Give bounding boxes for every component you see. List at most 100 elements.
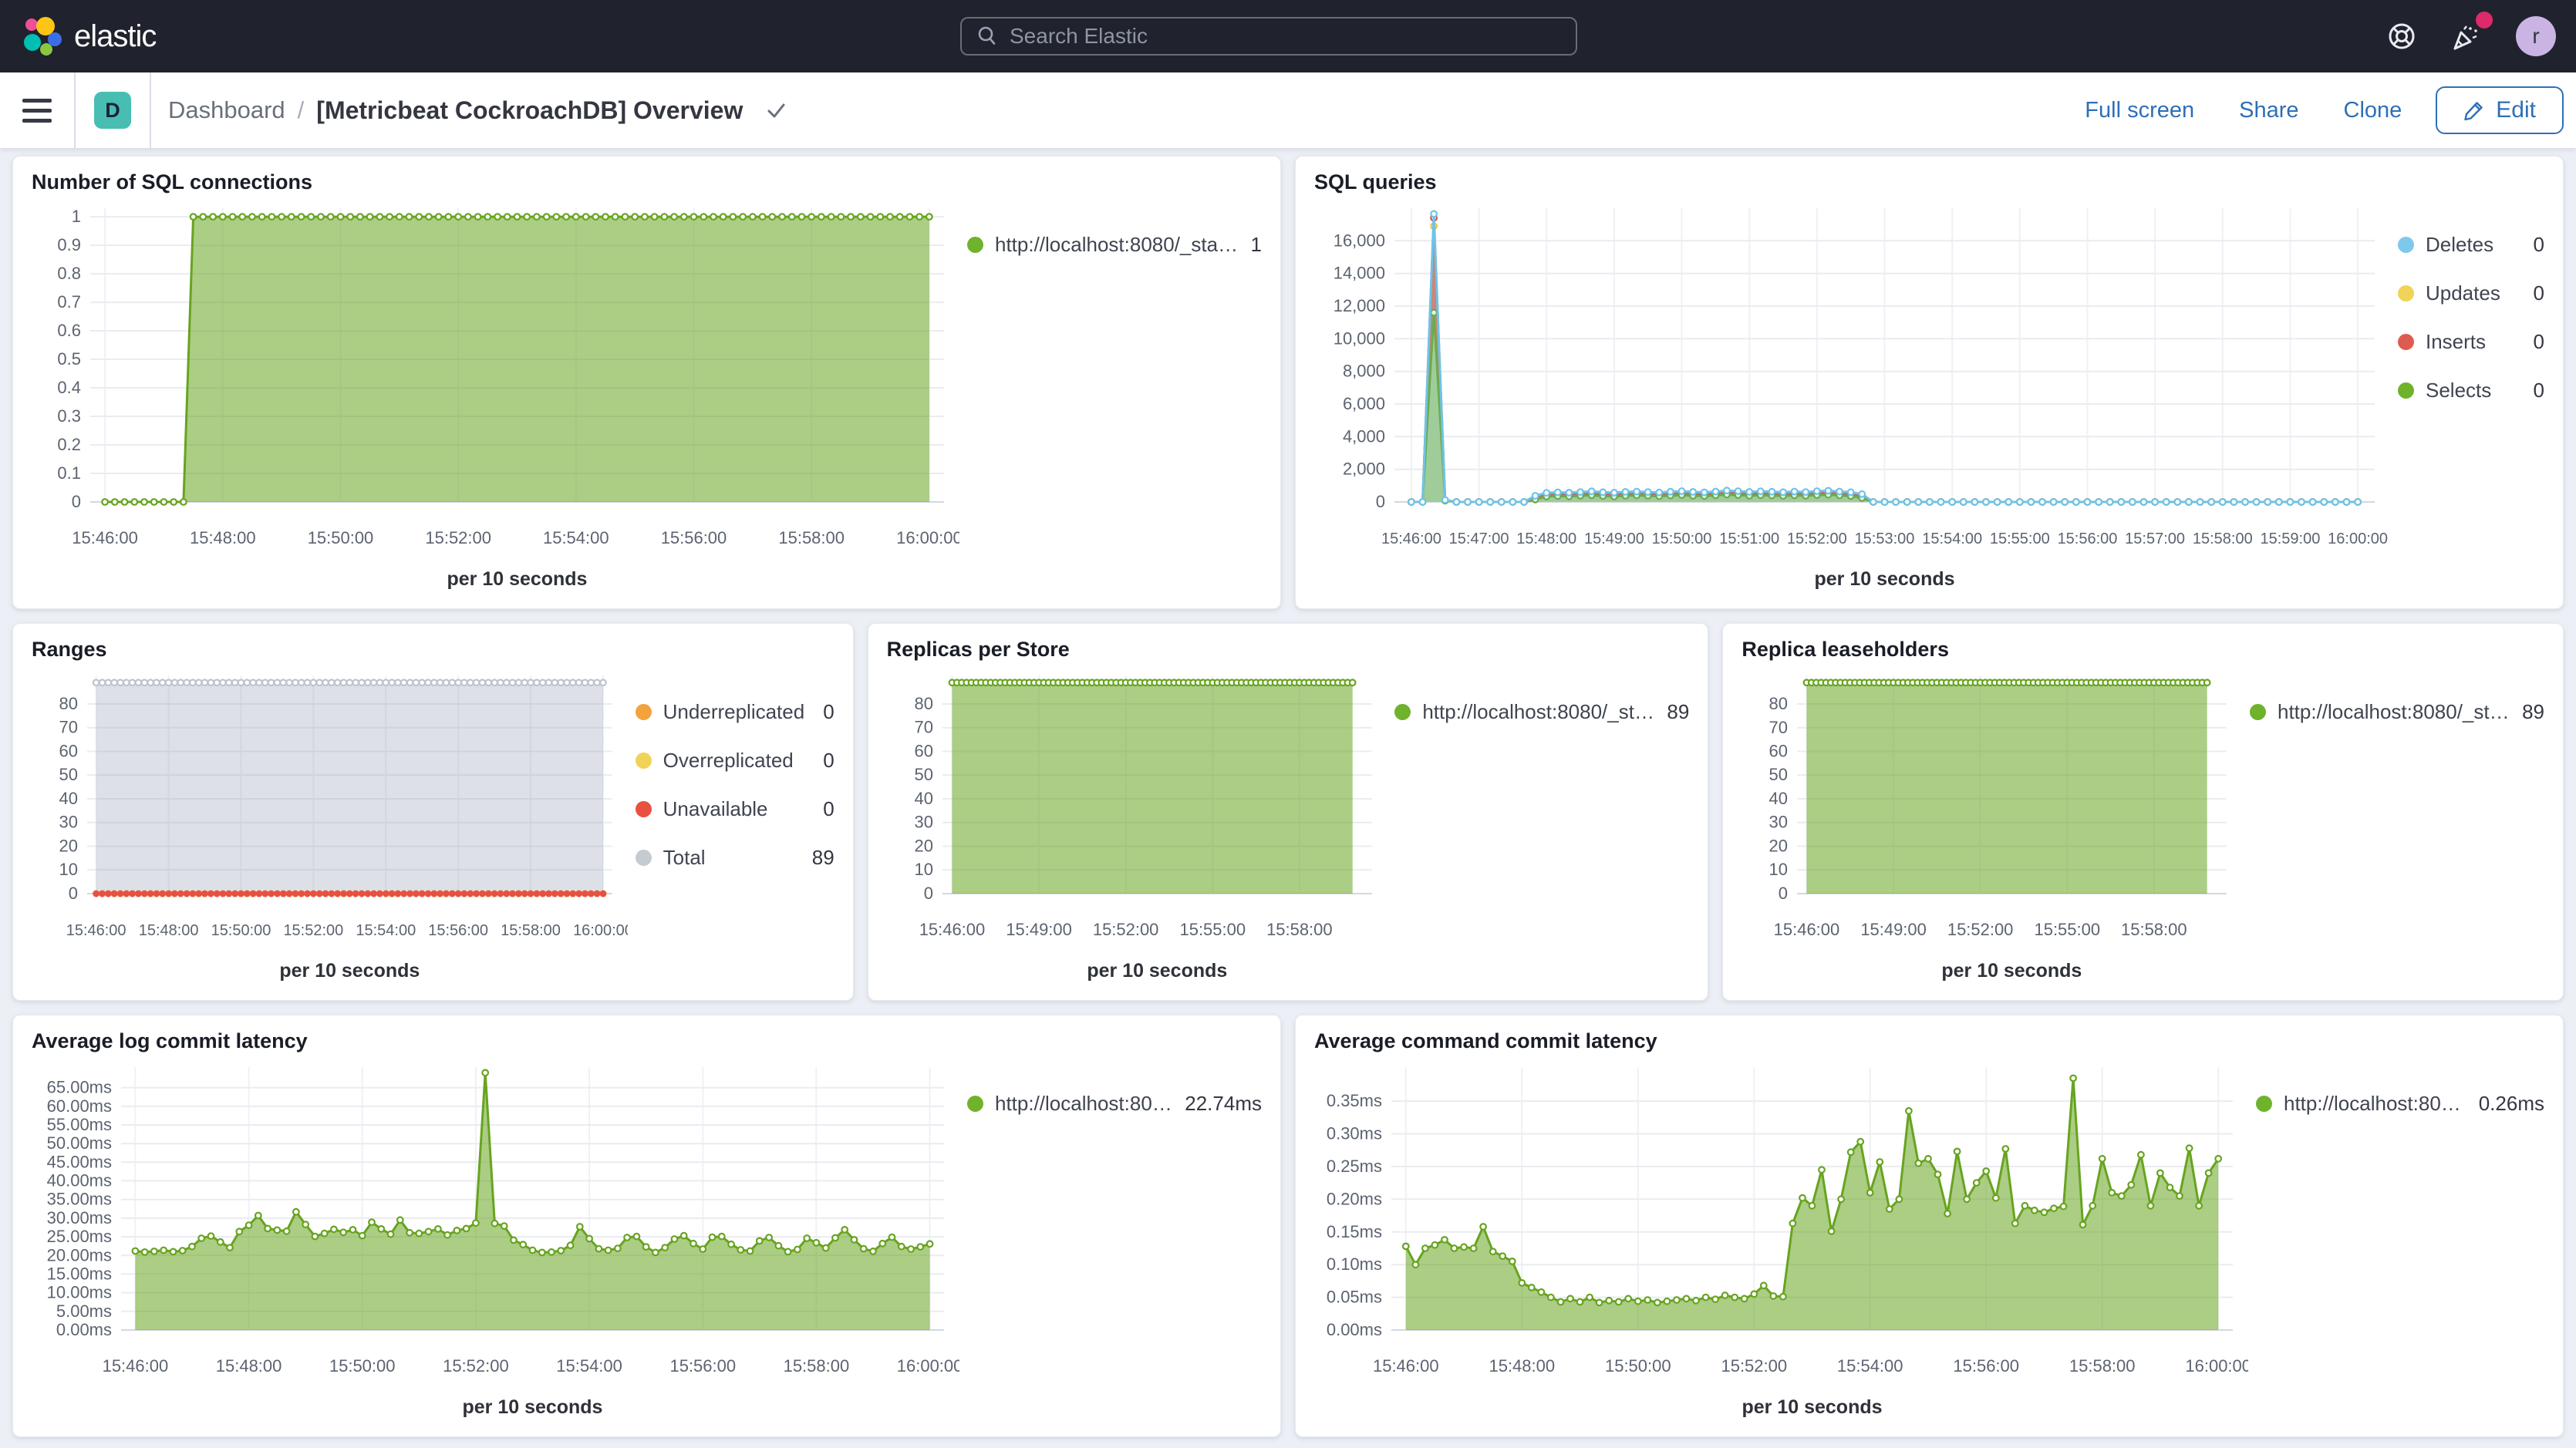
svg-text:30: 30 bbox=[1769, 813, 1788, 832]
panel-title: Replica leaseholders bbox=[1741, 638, 2544, 662]
search-input[interactable] bbox=[1010, 24, 1562, 49]
svg-text:0.9: 0.9 bbox=[57, 235, 81, 254]
check-icon[interactable] bbox=[763, 97, 789, 123]
chart-plot[interactable]: 15:46:0015:49:0015:52:0015:55:0015:58:00… bbox=[1741, 666, 2242, 989]
elastic-logo[interactable]: elastic bbox=[20, 15, 156, 58]
svg-text:55.00ms: 55.00ms bbox=[47, 1115, 112, 1134]
avatar[interactable]: r bbox=[2516, 16, 2556, 56]
svg-text:15:48:00: 15:48:00 bbox=[216, 1356, 282, 1376]
svg-text:0: 0 bbox=[1376, 492, 1385, 511]
breadcrumb-dashboard-link[interactable]: Dashboard bbox=[168, 96, 285, 124]
legend-entry[interactable]: http://localhost:8080/_sta...89 bbox=[1394, 700, 1689, 724]
svg-text:20: 20 bbox=[914, 836, 932, 855]
legend-entry[interactable]: Unavailable0 bbox=[636, 797, 835, 821]
panel-title: Ranges bbox=[32, 638, 835, 662]
legend-entry[interactable]: Overreplicated0 bbox=[636, 749, 835, 773]
svg-text:15:58:00: 15:58:00 bbox=[784, 1356, 850, 1376]
chart-svg: 15:46:0015:48:0015:50:0015:52:0015:54:00… bbox=[32, 199, 959, 598]
svg-text:0.20ms: 0.20ms bbox=[1327, 1189, 1382, 1208]
clone-button[interactable]: Clone bbox=[2344, 98, 2402, 123]
legend-entry[interactable]: Selects0 bbox=[2398, 379, 2544, 402]
legend-entry[interactable]: http://localhost:8080/_stat...1 bbox=[967, 233, 1262, 257]
svg-text:0: 0 bbox=[72, 492, 81, 511]
space-badge[interactable]: D bbox=[94, 92, 131, 129]
legend-dot bbox=[1394, 704, 1411, 720]
chart-plot[interactable]: 15:46:0015:48:0015:50:0015:52:0015:54:00… bbox=[32, 1058, 959, 1426]
legend-dot bbox=[636, 850, 652, 866]
legend-entry[interactable]: http://localhost:808...22.74ms bbox=[967, 1092, 1262, 1116]
svg-text:16:00:00: 16:00:00 bbox=[897, 1356, 959, 1376]
svg-text:45.00ms: 45.00ms bbox=[47, 1152, 112, 1171]
news-button[interactable] bbox=[2450, 19, 2483, 53]
svg-text:14,000: 14,000 bbox=[1334, 264, 1385, 283]
help-button[interactable] bbox=[2386, 21, 2417, 52]
chart-svg: 15:46:0015:48:0015:50:0015:52:0015:54:00… bbox=[32, 1058, 959, 1426]
svg-text:15:55:00: 15:55:00 bbox=[2035, 920, 2101, 939]
legend-entry[interactable]: Updates 0 bbox=[2398, 281, 2544, 305]
global-search[interactable] bbox=[960, 17, 1577, 56]
svg-text:20: 20 bbox=[59, 836, 78, 855]
svg-text:1: 1 bbox=[72, 207, 81, 226]
svg-text:0.3: 0.3 bbox=[57, 406, 81, 426]
svg-text:15:52:00: 15:52:00 bbox=[1947, 920, 2014, 939]
dashboard-panel: Average log commit latency 15:46:0015:48… bbox=[12, 1015, 1281, 1437]
svg-text:15:54:00: 15:54:00 bbox=[543, 528, 609, 547]
page-title: [Metricbeat CockroachDB] Overview bbox=[316, 96, 743, 125]
legend-entry[interactable]: Total89 bbox=[636, 846, 835, 870]
svg-text:0.2: 0.2 bbox=[57, 435, 81, 454]
svg-text:per 10 seconds: per 10 seconds bbox=[1942, 960, 2082, 982]
svg-text:15:46:00: 15:46:00 bbox=[1373, 1356, 1439, 1376]
legend-entry[interactable]: Underreplicated0 bbox=[636, 700, 835, 724]
svg-text:2,000: 2,000 bbox=[1343, 460, 1385, 479]
legend-dot bbox=[967, 1096, 983, 1112]
svg-text:15:46:00: 15:46:00 bbox=[919, 920, 985, 939]
legend-dot bbox=[2250, 704, 2266, 720]
legend-value: 0 bbox=[2521, 281, 2544, 305]
legend-value: 89 bbox=[1654, 700, 1689, 724]
legend-label: Updates bbox=[2426, 281, 2500, 305]
pencil-icon bbox=[2463, 99, 2485, 121]
dashboard-panel: Number of SQL connections 15:46:0015:48:… bbox=[12, 156, 1281, 609]
svg-text:15:56:00: 15:56:00 bbox=[669, 1356, 736, 1376]
svg-text:0.30ms: 0.30ms bbox=[1327, 1124, 1382, 1143]
svg-text:0.15ms: 0.15ms bbox=[1327, 1222, 1382, 1241]
chart-svg: 15:46:0015:49:0015:52:0015:55:0015:58:00… bbox=[1741, 666, 2242, 989]
svg-text:15:50:00: 15:50:00 bbox=[211, 922, 271, 939]
svg-text:15:48:00: 15:48:00 bbox=[1489, 1356, 1555, 1376]
svg-text:40: 40 bbox=[1769, 789, 1788, 808]
svg-text:15:48:00: 15:48:00 bbox=[139, 922, 199, 939]
svg-text:15:46:00: 15:46:00 bbox=[66, 922, 126, 939]
legend-entry[interactable]: http://localhost:8080/_sta...89 bbox=[2250, 700, 2544, 724]
svg-text:16:00:00: 16:00:00 bbox=[2185, 1356, 2248, 1376]
legend-entry[interactable]: http://localhost:8080...0.26ms bbox=[2256, 1092, 2544, 1116]
svg-text:35.00ms: 35.00ms bbox=[47, 1190, 112, 1209]
chart-plot[interactable]: 15:46:0015:47:0015:48:0015:49:0015:50:00… bbox=[1314, 199, 2390, 598]
chart-plot[interactable]: 15:46:0015:48:0015:50:0015:52:0015:54:00… bbox=[1314, 1058, 2248, 1426]
hamburger-icon bbox=[22, 99, 52, 103]
svg-text:40: 40 bbox=[914, 789, 932, 808]
chart-legend: http://localhost:8080...0.26ms bbox=[2248, 1058, 2544, 1426]
menu-button[interactable] bbox=[0, 72, 74, 148]
legend-value: 0 bbox=[2521, 379, 2544, 402]
chart-plot[interactable]: 15:46:0015:48:0015:50:0015:52:0015:54:00… bbox=[32, 199, 959, 598]
svg-text:15:58:00: 15:58:00 bbox=[1266, 920, 1333, 939]
chart-plot[interactable]: 15:46:0015:48:0015:50:0015:52:0015:54:00… bbox=[32, 666, 628, 989]
chart-plot[interactable]: 15:46:0015:49:0015:52:0015:55:0015:58:00… bbox=[887, 666, 1387, 989]
svg-text:15:52:00: 15:52:00 bbox=[443, 1356, 509, 1376]
svg-text:10: 10 bbox=[914, 860, 932, 879]
legend-label: Inserts bbox=[2426, 330, 2486, 354]
svg-text:15:47:00: 15:47:00 bbox=[1449, 530, 1509, 547]
svg-text:per 10 seconds: per 10 seconds bbox=[1741, 1396, 1882, 1418]
svg-text:0.35ms: 0.35ms bbox=[1327, 1091, 1382, 1110]
svg-text:15:58:00: 15:58:00 bbox=[2069, 1356, 2136, 1376]
svg-text:15:46:00: 15:46:00 bbox=[1774, 920, 1840, 939]
avatar-initial: r bbox=[2532, 24, 2539, 49]
edit-button[interactable]: Edit bbox=[2436, 86, 2564, 134]
svg-text:16,000: 16,000 bbox=[1334, 231, 1385, 250]
legend-entry[interactable]: Deletes0 bbox=[2398, 233, 2544, 257]
dashboard-panel: SQL queries 15:46:0015:47:0015:48:0015:4… bbox=[1295, 156, 2564, 609]
share-button[interactable]: Share bbox=[2239, 98, 2298, 123]
full-screen-button[interactable]: Full screen bbox=[2085, 98, 2194, 123]
svg-text:30: 30 bbox=[914, 813, 932, 832]
legend-entry[interactable]: Inserts0 bbox=[2398, 330, 2544, 354]
